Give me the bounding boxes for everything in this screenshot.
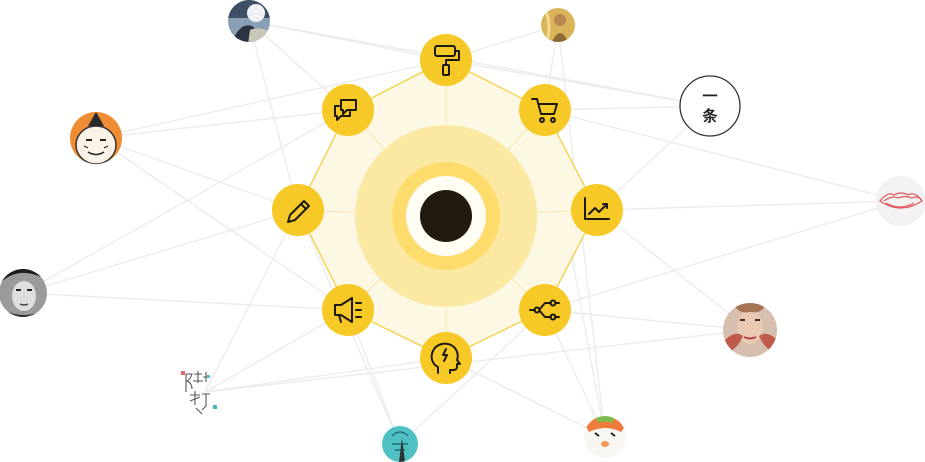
partner-calligraphy-logo[interactable] bbox=[181, 371, 217, 415]
hub-node-workflow[interactable] bbox=[519, 284, 571, 336]
yitiao-bottom-char: 条 bbox=[701, 107, 718, 125]
partner-lips-logo[interactable] bbox=[876, 176, 925, 226]
hub-node-megaphone[interactable] bbox=[322, 284, 374, 336]
partner-girl-photo[interactable] bbox=[540, 7, 576, 43]
partner-audrey-portrait[interactable] bbox=[0, 267, 47, 322]
network-svg: 一 条 bbox=[0, 0, 925, 462]
yitiao-top-char: 一 bbox=[702, 87, 717, 105]
hub-node-trend-chart[interactable] bbox=[571, 184, 623, 236]
hub-node-shopping-cart[interactable] bbox=[519, 84, 571, 136]
partner-cartoon-man[interactable] bbox=[70, 112, 122, 164]
partner-moon-photo[interactable] bbox=[228, 0, 270, 44]
core-dot bbox=[420, 190, 472, 242]
hub-node-brain[interactable] bbox=[420, 332, 472, 384]
partner-painted-face[interactable] bbox=[723, 303, 777, 357]
hub-node-paint-roller[interactable] bbox=[420, 34, 472, 86]
hub-node-chat[interactable] bbox=[322, 84, 374, 136]
partner-network-diagram: 一 条 bbox=[0, 0, 925, 462]
partner-yitiao-logo[interactable]: 一 条 bbox=[679, 75, 741, 137]
hub-node-pencil[interactable] bbox=[272, 184, 324, 236]
partner-teal-art[interactable] bbox=[382, 426, 418, 462]
partner-mascot[interactable] bbox=[584, 415, 626, 458]
